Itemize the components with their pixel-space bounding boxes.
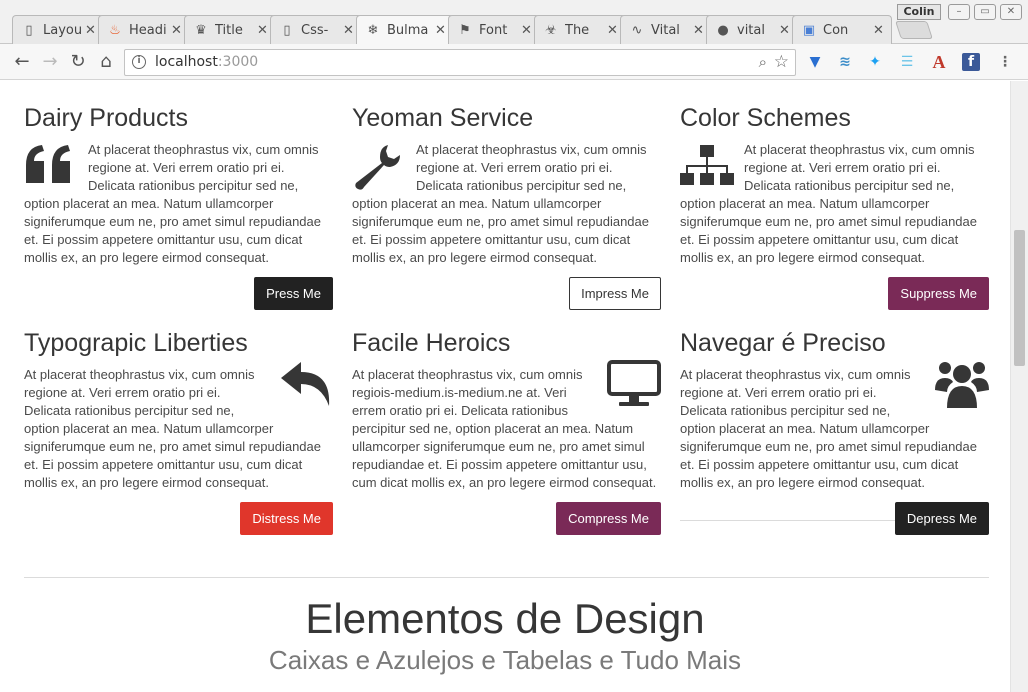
tab-label: Title: [215, 22, 243, 38]
browser-tab[interactable]: ∿ Vital ✕: [620, 15, 712, 44]
feature-card: Dairy Products At placerat theophrastus …: [24, 103, 333, 310]
feature-card: Color Schemes At placerat theophrastus v…: [680, 103, 989, 310]
address-bar[interactable]: i localhost:3000 ⌕ ☆: [124, 49, 796, 76]
chat-icon: ▣: [802, 22, 816, 38]
new-tab-button[interactable]: [895, 21, 933, 39]
users-icon: [935, 362, 989, 408]
divider: [680, 520, 929, 521]
github-icon: ●: [717, 22, 729, 38]
flag-icon: ⚑: [459, 22, 471, 38]
section-title: Elementos de Design: [305, 595, 705, 642]
back-icon[interactable]: ←: [12, 52, 32, 72]
cupcake-icon: ♛: [195, 22, 207, 38]
tab-label: Heading: [129, 22, 167, 38]
pulse-icon: ∿: [631, 22, 643, 38]
wrench-icon: [355, 145, 400, 190]
distress-me-button[interactable]: Distress Me: [240, 502, 333, 535]
compress-me-button[interactable]: Compress Me: [556, 502, 661, 535]
profile-badge[interactable]: Colin: [897, 4, 941, 20]
tab-label: vital: [737, 22, 765, 38]
browser-tab[interactable]: ♨ Heading ✕: [98, 15, 190, 44]
feature-card: Typograpic Liberties At placerat theophr…: [24, 328, 333, 535]
document-icon: ▯: [25, 22, 33, 38]
flame-icon: ♨: [109, 22, 121, 38]
docker-icon[interactable]: ≋: [836, 53, 854, 71]
close-tab-icon[interactable]: ✕: [343, 23, 355, 38]
vertical-scrollbar[interactable]: [1010, 81, 1028, 692]
browser-tab-strip: ▯ Layout ✕ ♨ Heading ✕ ♛ Title ✕ ▯ Css- …: [0, 0, 1028, 45]
vue-devtools-icon[interactable]: ▼: [806, 53, 824, 71]
close-tab-icon[interactable]: ✕: [607, 23, 619, 38]
depress-me-button[interactable]: Depress Me: [894, 502, 989, 535]
tab-label: Font: [479, 22, 508, 38]
browser-tab[interactable]: ♛ Title ✕: [184, 15, 276, 44]
browser-toolbar: ← → ↻ ⌂ i localhost:3000 ⌕ ☆ ▼ ≋ ✦ ☰ A f…: [0, 44, 1028, 80]
quote-icon: [26, 145, 70, 183]
card-title: Typograpic Liberties: [24, 329, 248, 357]
card-title: Facile Heroics: [352, 329, 511, 357]
url-host: localhost: [155, 54, 218, 70]
close-window-icon[interactable]: ✕: [1000, 4, 1022, 20]
minimize-icon[interactable]: –: [948, 4, 970, 20]
press-me-button[interactable]: Press Me: [254, 277, 333, 310]
forward-icon[interactable]: →: [40, 52, 60, 72]
browser-tab[interactable]: ▯ Css- ✕: [270, 15, 362, 44]
document-icon: ▯: [283, 22, 291, 38]
close-tab-icon[interactable]: ✕: [693, 23, 705, 38]
close-tab-icon[interactable]: ✕: [521, 23, 533, 38]
maximize-icon[interactable]: ▭: [974, 4, 996, 20]
close-tab-icon[interactable]: ✕: [435, 23, 447, 38]
font-icon[interactable]: A: [930, 53, 948, 71]
close-tab-icon[interactable]: ✕: [257, 23, 269, 38]
monitor-icon: [607, 360, 661, 406]
browser-tab[interactable]: ☣ The ✕: [534, 15, 626, 44]
info-icon[interactable]: i: [132, 55, 146, 69]
section-subtitle: Caixas e Azulejos e Tabelas e Tudo Mais: [268, 645, 742, 675]
sitemap-icon: [680, 145, 734, 185]
section-divider: [24, 577, 989, 578]
feature-card: Navegar é Preciso At placerat theophrast…: [680, 328, 989, 535]
twitter-icon[interactable]: ✦: [866, 53, 884, 71]
zoom-icon[interactable]: ⌕: [759, 53, 767, 71]
browser-tab-active[interactable]: ❄ Bulma ✕: [356, 15, 454, 45]
browser-tab[interactable]: ▯ Layout ✕: [12, 15, 104, 44]
impress-me-button[interactable]: Impress Me: [569, 277, 661, 310]
card-title: Navegar é Preciso: [680, 329, 886, 357]
browser-tab[interactable]: ⚑ Font ✕: [448, 15, 540, 44]
tab-label: Layout: [43, 22, 81, 38]
tab-label: Vital: [651, 22, 680, 38]
feature-card: Facile Heroics At placerat theophrastus …: [352, 328, 661, 535]
reply-icon: [281, 362, 330, 406]
snowflake-icon: ❄: [367, 23, 379, 38]
url-port: :3000: [217, 54, 259, 70]
page-content: Dairy Products At placerat theophrastus …: [0, 81, 1010, 692]
close-tab-icon[interactable]: ✕: [171, 23, 183, 38]
stack-icon[interactable]: ☰: [898, 53, 916, 71]
tab-label: Css-: [301, 22, 329, 38]
card-title: Yeoman Service: [352, 104, 534, 132]
close-tab-icon[interactable]: ✕: [873, 23, 885, 38]
menu-icon[interactable]: ⋮: [996, 53, 1014, 71]
bookmark-star-icon[interactable]: ☆: [774, 52, 789, 72]
browser-tab[interactable]: ▣ Con ✕: [792, 15, 892, 44]
browser-tab[interactable]: ● vital ✕: [706, 15, 798, 44]
card-title: Dairy Products: [24, 104, 188, 132]
tab-label: Bulma: [387, 23, 429, 38]
facebook-icon[interactable]: f: [962, 53, 980, 71]
biohazard-icon: ☣: [545, 22, 557, 38]
home-icon[interactable]: ⌂: [96, 52, 116, 72]
feature-card: Yeoman Service At placerat theophrastus …: [352, 103, 661, 310]
tab-label: The: [565, 22, 590, 38]
suppress-me-button[interactable]: Suppress Me: [888, 277, 989, 310]
scrollbar-thumb[interactable]: [1014, 230, 1025, 366]
close-tab-icon[interactable]: ✕: [85, 23, 97, 38]
tab-label: Con: [823, 22, 849, 38]
card-title: Color Schemes: [680, 104, 851, 132]
url-text: localhost:3000: [155, 54, 258, 70]
close-tab-icon[interactable]: ✕: [779, 23, 791, 38]
reload-icon[interactable]: ↻: [68, 52, 88, 72]
